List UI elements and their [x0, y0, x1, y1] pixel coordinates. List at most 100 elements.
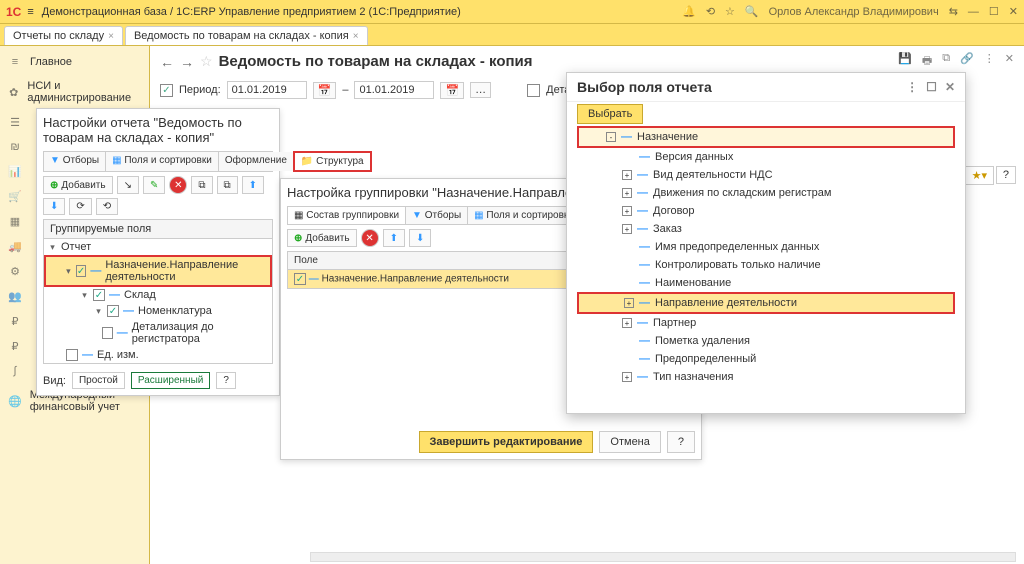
field-row[interactable]: +—Движения по складским регистрам [577, 184, 955, 202]
edit-button[interactable]: ✎ [143, 176, 165, 194]
field-row[interactable]: +—Направление деятельности [577, 292, 955, 314]
calendar-icon[interactable]: 📅 [440, 82, 464, 99]
sidebar-item-nsi[interactable]: ✿НСИ и администрирование [0, 74, 149, 110]
back-icon[interactable]: ← [160, 54, 174, 70]
delete-button[interactable]: ✕ [361, 229, 379, 247]
tab-design[interactable]: Оформление [219, 152, 294, 171]
search-icon[interactable]: 🔍 [745, 5, 759, 18]
tab-fields[interactable]: ▦ Поля и сортировки [106, 152, 219, 171]
tab-composition[interactable]: ▦ Состав группировки [288, 207, 406, 224]
close-icon[interactable]: ✕ [945, 80, 955, 94]
tab-structure[interactable]: 📁 Структура [293, 151, 372, 172]
star-icon[interactable]: ☆ [725, 5, 735, 18]
menu-icon[interactable]: ≡ [27, 6, 33, 18]
period-select-icon[interactable]: … [470, 82, 491, 98]
tab-vedomost[interactable]: Ведомость по товарам на складах - копия … [125, 26, 368, 45]
help-button[interactable]: ? [996, 166, 1016, 184]
fav-icon[interactable]: ☆ [200, 53, 213, 70]
tab-fields[interactable]: ▦ Поля и сортировки [468, 207, 580, 224]
sidebar-item-main[interactable]: ≡Главное [0, 50, 149, 74]
simple-mode-button[interactable]: Простой [72, 372, 125, 389]
field-label: Договор [653, 205, 695, 217]
tree-row-detal[interactable]: —Детализация до регистратора [44, 319, 272, 347]
tree-row-ed[interactable]: —Ед. изм. [44, 347, 272, 363]
field-row[interactable]: +—Вид деятельности НДС [577, 166, 955, 184]
link-icon[interactable]: 🔗 [960, 52, 974, 71]
more-icon[interactable]: ⋮ [906, 80, 918, 94]
row-checkbox[interactable] [294, 273, 306, 285]
copy-icon[interactable]: ⧉ [942, 52, 950, 71]
expand-icon[interactable]: - [606, 132, 616, 142]
extra2-button[interactable]: ⟲ [96, 198, 118, 215]
bell-icon[interactable]: 🔔 [682, 5, 696, 18]
horizontal-scrollbar[interactable] [310, 552, 1016, 562]
calendar-icon[interactable]: 📅 [313, 82, 337, 99]
field-row[interactable]: —Контролировать только наличие [577, 256, 955, 274]
tree-row-nomen[interactable]: ▾—Номенклатура [44, 303, 272, 319]
copy2-button[interactable]: ⧉ [217, 176, 238, 194]
expand-icon[interactable]: + [622, 372, 632, 382]
extra1-button[interactable]: ⟳ [69, 198, 91, 215]
more-icon[interactable]: ⇆ [949, 5, 958, 18]
expand-icon[interactable]: + [622, 170, 632, 180]
expand-icon[interactable]: + [622, 188, 632, 198]
maximize-icon[interactable]: ☐ [926, 80, 937, 94]
field-row[interactable]: -—Назначение [577, 126, 955, 148]
advanced-mode-button[interactable]: Расширенный [131, 372, 210, 389]
add-button[interactable]: ⊕Добавить [43, 176, 113, 194]
save-icon[interactable]: 💾 [898, 52, 912, 71]
expand-icon[interactable]: + [622, 318, 632, 328]
field-row[interactable]: —Наименование [577, 274, 955, 292]
field-label: Вид деятельности НДС [653, 169, 773, 181]
close-icon[interactable]: ✕ [1009, 5, 1018, 18]
period-checkbox[interactable] [160, 84, 173, 97]
detail-checkbox[interactable] [527, 84, 540, 97]
page-title: Ведомость по товарам на складах - копия [219, 53, 533, 70]
tree-row-sklad[interactable]: ▾—Склад [44, 287, 272, 303]
tree-row-naznach[interactable]: ▾—Назначение.Направление деятельности [44, 255, 272, 287]
field-row[interactable]: +—Тип назначения [577, 368, 955, 386]
tab-label: Ведомость по товарам на складах - копия [134, 30, 349, 42]
expand-icon[interactable]: + [622, 206, 632, 216]
tab-filters[interactable]: ▼ Отборы [44, 152, 106, 171]
copy-button[interactable]: ⧉ [191, 176, 212, 194]
done-button[interactable]: Завершить редактирование [419, 431, 594, 453]
up-button[interactable]: ⬆ [242, 176, 264, 194]
select-button[interactable]: Выбрать [577, 104, 643, 124]
delete-button[interactable]: ✕ [169, 176, 187, 194]
field-row[interactable]: +—Заказ [577, 220, 955, 238]
tab-filters[interactable]: ▼ Отборы [406, 207, 468, 224]
down-button[interactable]: ⬇ [409, 229, 431, 247]
print-icon[interactable]: 🖶 [922, 52, 932, 71]
up-button[interactable]: ⬆ [383, 229, 405, 247]
field-row[interactable]: —Предопределенный [577, 350, 955, 368]
expand-icon[interactable]: + [622, 224, 632, 234]
ruble-icon: ₽ [8, 315, 22, 328]
tab-close-icon[interactable]: × [108, 31, 114, 42]
tree-row-report[interactable]: ▾Отчет [44, 239, 272, 255]
field-row[interactable]: —Пометка удаления [577, 332, 955, 350]
user-label[interactable]: Орлов Александр Владимирович [769, 6, 939, 18]
date-from-input[interactable]: 01.01.2019 [227, 81, 307, 99]
field-row[interactable]: —Версия данных [577, 148, 955, 166]
close-page-icon[interactable]: ✕ [1005, 52, 1014, 71]
expand-icon[interactable]: + [624, 298, 634, 308]
group-button[interactable]: ↘ [117, 176, 139, 194]
history-icon[interactable]: ⟲ [706, 5, 715, 18]
minimize-icon[interactable]: — [968, 6, 979, 18]
cancel-button[interactable]: Отмена [599, 431, 660, 453]
down-button[interactable]: ⬇ [43, 198, 65, 215]
maximize-icon[interactable]: ☐ [989, 5, 999, 18]
date-to-input[interactable]: 01.01.2019 [354, 81, 434, 99]
tab-close-icon[interactable]: × [353, 31, 359, 42]
help-button[interactable]: ? [667, 431, 695, 453]
add-button[interactable]: ⊕Добавить [287, 229, 357, 247]
help-button[interactable]: ? [216, 372, 236, 389]
forward-icon[interactable]: → [180, 54, 194, 70]
field-row[interactable]: —Имя предопределенных данных [577, 238, 955, 256]
field-row[interactable]: +—Партнер [577, 314, 955, 332]
fav-button[interactable]: ★▾ [965, 166, 994, 185]
field-row[interactable]: +—Договор [577, 202, 955, 220]
more-icon[interactable]: ⋮ [984, 52, 995, 71]
tab-reports[interactable]: Отчеты по складу × [4, 26, 123, 45]
